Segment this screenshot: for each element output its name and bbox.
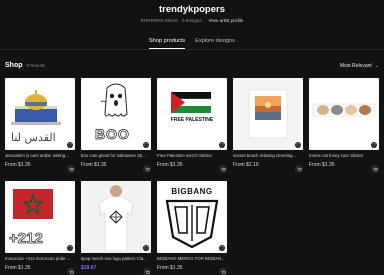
tshirt-model-artwork xyxy=(81,181,151,253)
product-price: From $1.35 xyxy=(5,162,31,168)
product-title[interactable]: boo cute ghost for halloween Sti... xyxy=(81,153,151,158)
product-title[interactable]: meme cat funny cute Sticker xyxy=(309,153,379,158)
heart-icon[interactable] xyxy=(219,245,225,251)
results-count: 9 Results xyxy=(26,63,46,68)
heart-icon[interactable] xyxy=(67,245,73,251)
view-artist-profile-link[interactable]: View artist profile xyxy=(208,18,243,23)
sort-dropdown[interactable]: Most Relevant ⌄ xyxy=(340,63,379,69)
product-card[interactable]: meme cat funny cute Sticker From $1.35 xyxy=(309,78,379,173)
add-to-cart-icon[interactable] xyxy=(143,165,151,173)
heart-icon[interactable] xyxy=(219,142,225,148)
product-title[interactable]: BIGBANG MERCH FOR BIGBANG ... xyxy=(157,256,227,261)
artist-username: trendykpopers xyxy=(159,4,225,15)
product-image[interactable] xyxy=(309,78,379,150)
product-title[interactable]: Free Palestine merch Sticker xyxy=(157,153,227,158)
product-price: From $1.35 xyxy=(309,162,335,168)
artist-meta: RRRRRRR Merch · 9 designs · View artist … xyxy=(0,18,384,23)
chevron-down-icon: ⌄ xyxy=(374,63,379,69)
product-card[interactable]: +212 moroccan +212 moroccan pride ... Fr… xyxy=(5,181,75,275)
heart-icon[interactable] xyxy=(67,142,73,148)
meme-cat-artwork xyxy=(312,103,376,117)
product-grid: القدس لنا Jerusalem is ours arabic writi… xyxy=(5,78,379,275)
add-to-cart-icon[interactable] xyxy=(295,165,303,173)
product-card[interactable]: FREE PALESTINE Free Palestine merch Stic… xyxy=(157,78,227,173)
tabs-divider xyxy=(0,49,384,50)
heart-icon[interactable] xyxy=(295,142,301,148)
profile-tabs: Shop products Explore designs xyxy=(0,38,384,49)
product-card[interactable]: sunset beach relaxing Greeting... From $… xyxy=(233,78,303,173)
product-card[interactable]: kpop merch exo logo pattern Cla... $19.6… xyxy=(81,181,151,275)
heart-icon[interactable] xyxy=(143,245,149,251)
heart-icon[interactable] xyxy=(371,142,377,148)
product-image[interactable] xyxy=(81,181,151,253)
shop-header: Shop 9 Results Most Relevant ⌄ xyxy=(5,62,379,69)
add-to-cart-icon[interactable] xyxy=(67,165,75,173)
shop-title: Shop xyxy=(5,62,23,69)
product-image[interactable]: BIGBANG xyxy=(157,181,227,253)
bigbang-text: BIGBANG xyxy=(171,187,213,196)
sunset-beach-artwork xyxy=(233,78,303,150)
add-to-cart-icon[interactable] xyxy=(371,165,379,173)
product-price: From $1.35 xyxy=(157,162,183,168)
add-to-cart-icon[interactable] xyxy=(219,165,227,173)
product-price: From $1.35 xyxy=(81,162,107,168)
product-title[interactable]: Jerusalem is ours arabic writing... xyxy=(5,153,75,158)
product-title[interactable]: moroccan +212 moroccan pride ... xyxy=(5,256,75,261)
product-card[interactable]: BOO boo cute ghost for halloween Sti... … xyxy=(81,78,151,173)
product-image[interactable]: +212 xyxy=(5,181,75,253)
product-title[interactable]: kpop merch exo logo pattern Cla... xyxy=(81,256,151,261)
product-price: From $1.35 xyxy=(5,265,31,271)
tab-explore-designs[interactable]: Explore designs xyxy=(195,38,235,49)
product-card[interactable]: القدس لنا Jerusalem is ours arabic writi… xyxy=(5,78,75,173)
profile-header: trendykpopers RRRRRRR Merch · 9 designs … xyxy=(0,4,384,23)
product-image[interactable]: FREE PALESTINE xyxy=(157,78,227,150)
plus212-text: +212 xyxy=(9,230,44,248)
product-price: $19.67 xyxy=(81,265,97,271)
product-price: From $2.19 xyxy=(233,162,259,168)
free-palestine-text: FREE PALESTINE xyxy=(170,117,214,123)
product-image[interactable] xyxy=(233,78,303,150)
tab-shop-products[interactable]: Shop products xyxy=(149,38,186,49)
palestine-flag-artwork xyxy=(170,92,212,113)
add-to-cart-icon[interactable] xyxy=(219,268,227,275)
product-title[interactable]: sunset beach relaxing Greeting... xyxy=(233,153,303,158)
product-card[interactable]: BIGBANG BIGBANG MERCH FOR BIGBANG ... Fr… xyxy=(157,181,227,275)
artist-meta-text: RRRRRRR Merch · 9 designs · xyxy=(140,18,205,23)
product-price: From $1.35 xyxy=(157,265,183,271)
heart-icon[interactable] xyxy=(143,142,149,148)
product-image[interactable]: BOO xyxy=(81,78,151,150)
arabic-slogan-text: القدس لنا xyxy=(11,131,56,144)
boo-text: BOO xyxy=(95,126,130,143)
add-to-cart-icon[interactable] xyxy=(67,268,75,275)
sort-label: Most Relevant xyxy=(339,63,372,69)
product-image[interactable]: القدس لنا xyxy=(5,78,75,150)
add-to-cart-icon[interactable] xyxy=(143,268,151,275)
